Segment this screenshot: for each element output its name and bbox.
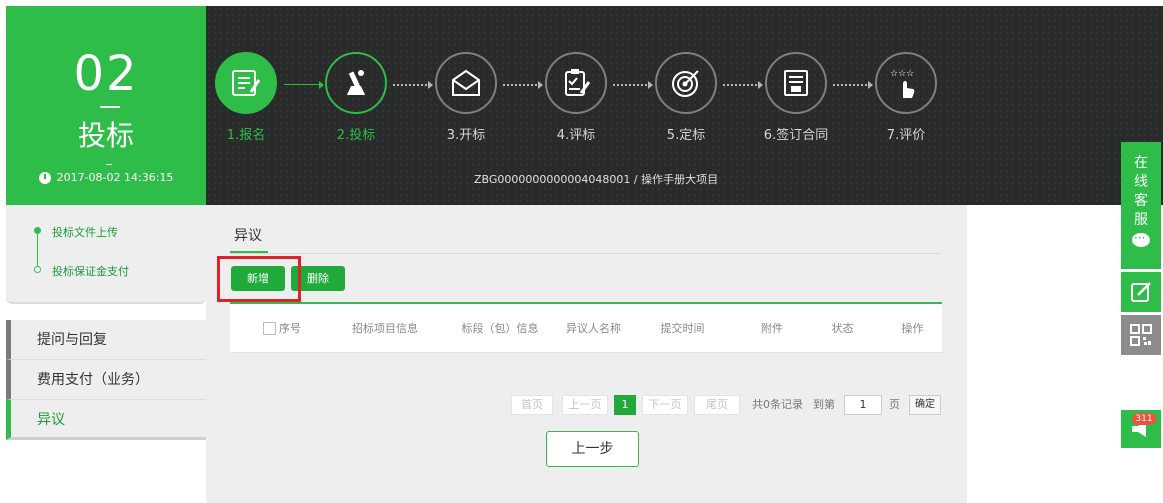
contract-sign-icon bbox=[784, 70, 808, 96]
prev-step-button[interactable]: 上一步 bbox=[546, 431, 639, 467]
open-envelope-icon bbox=[452, 69, 480, 96]
service-char: 在 bbox=[1134, 155, 1148, 171]
step-evaluation[interactable]: 4.评标 bbox=[536, 52, 616, 143]
column-section: 标段（包）信息 bbox=[461, 322, 539, 335]
sidebar-item-fee-payment[interactable]: 费用支付（业务） bbox=[6, 360, 206, 400]
column-objector: 异议人名称 bbox=[566, 322, 621, 335]
progress-dot-pending bbox=[34, 266, 41, 273]
stage-divider bbox=[100, 106, 120, 108]
last-page-button[interactable]: 尾页 bbox=[694, 395, 740, 415]
goto-page-input[interactable]: 1 bbox=[844, 395, 882, 415]
feedback-button[interactable] bbox=[1121, 272, 1161, 312]
chat-bubble-icon bbox=[1132, 229, 1150, 248]
sidebar-menu: 提问与回复 费用支付（业务） 异议 bbox=[6, 320, 206, 440]
record-count: 共0条记录 bbox=[752, 398, 803, 411]
step-rating[interactable]: ☆☆☆ 7.评价 bbox=[866, 52, 946, 143]
progress-item-upload[interactable]: 投标文件上传 bbox=[52, 224, 118, 240]
step-circle bbox=[435, 52, 497, 114]
svg-text:☆☆☆: ☆☆☆ bbox=[890, 69, 914, 79]
qr-code-button[interactable] bbox=[1121, 315, 1161, 355]
step-label: 5.定标 bbox=[666, 128, 706, 143]
online-service-label: 在 线 客 服 bbox=[1121, 154, 1161, 230]
column-label: 序号 bbox=[279, 322, 301, 335]
progress-item-deposit[interactable]: 投标保证金支付 bbox=[52, 263, 129, 279]
step-bidding[interactable]: 2.投标 bbox=[316, 52, 396, 143]
next-page-button[interactable]: 下一页 bbox=[642, 395, 688, 415]
step-label: 6.签订合同 bbox=[763, 128, 829, 143]
highlight-box bbox=[217, 256, 301, 302]
registration-form-icon bbox=[232, 70, 261, 96]
sub-step-progress: 投标文件上传 投标保证金支付 bbox=[6, 205, 206, 304]
table-header: 序号 招标项目信息 标段（包）信息 异议人名称 提交时间 附件 状态 操作 bbox=[230, 302, 942, 353]
service-char: 服 bbox=[1134, 212, 1148, 228]
column-attachment: 附件 bbox=[761, 322, 783, 335]
step-bid-opening[interactable]: 3.开标 bbox=[426, 52, 506, 143]
qr-code-icon bbox=[1130, 324, 1152, 346]
clock-icon bbox=[38, 172, 51, 184]
bidding-hand-icon bbox=[347, 70, 365, 95]
notification-badge: 311 bbox=[1132, 413, 1156, 425]
stage-divider-small bbox=[106, 164, 112, 165]
step-label: 1.报名 bbox=[226, 128, 266, 143]
sidebar-item-objection[interactable]: 异议 bbox=[6, 400, 206, 440]
service-char: 客 bbox=[1134, 193, 1148, 209]
step-label: 2.投标 bbox=[336, 128, 376, 143]
column-status: 状态 bbox=[831, 322, 854, 335]
stage-name: 投标 bbox=[77, 119, 134, 152]
step-circle bbox=[765, 52, 827, 114]
sidebar-item-qa[interactable]: 提问与回复 bbox=[6, 320, 206, 360]
column-action: 操作 bbox=[901, 322, 924, 335]
column-project: 招标项目信息 bbox=[352, 322, 418, 335]
tab-divider bbox=[230, 253, 941, 254]
step-label: 4.评标 bbox=[556, 128, 596, 143]
prev-page-button[interactable]: 上一页 bbox=[562, 395, 608, 415]
progress-dot-done bbox=[34, 227, 41, 234]
first-page-button[interactable]: 首页 bbox=[511, 395, 553, 415]
goto-label: 到第 bbox=[813, 398, 835, 411]
current-page[interactable]: 1 bbox=[614, 395, 636, 415]
service-char: 线 bbox=[1134, 174, 1148, 190]
step-circle bbox=[325, 52, 387, 114]
step-circle bbox=[545, 52, 607, 114]
step-circle bbox=[215, 52, 277, 114]
step-award[interactable]: 5.定标 bbox=[646, 52, 726, 143]
stage-number: 02 bbox=[73, 46, 139, 102]
step-label: 3.开标 bbox=[446, 128, 486, 143]
step-circle bbox=[655, 52, 717, 114]
rating-stars-icon: ☆☆☆ bbox=[890, 69, 915, 98]
step-contract[interactable]: 6.签订合同 bbox=[756, 52, 836, 143]
step-circle: ☆☆☆ bbox=[875, 52, 937, 114]
goto-confirm-button[interactable]: 确定 bbox=[909, 395, 941, 415]
stage-panel: 02 投标 2017-08-02 14:36:15 bbox=[6, 6, 206, 205]
step-registration[interactable]: 1.报名 bbox=[206, 52, 286, 143]
project-info: ZBG0000000000004048001 / 操作手册大项目 bbox=[474, 173, 719, 186]
column-submit-time: 提交时间 bbox=[660, 322, 705, 335]
edit-icon bbox=[1131, 282, 1151, 302]
tab-objection[interactable]: 异议 bbox=[234, 225, 262, 245]
select-all-checkbox[interactable] bbox=[263, 322, 276, 335]
step-progress-band: 1.报名 2.投标 3.开标 4.评标 5.定标 6.签订合同 ☆☆☆ 7.评价… bbox=[206, 6, 1163, 205]
evaluation-clipboard-icon bbox=[565, 69, 591, 96]
stage-time-text: 2017-08-02 14:36:15 bbox=[56, 171, 174, 184]
target-icon bbox=[672, 70, 699, 97]
step-label: 7.评价 bbox=[886, 128, 926, 143]
column-index: 序号 bbox=[252, 304, 312, 353]
online-service-button[interactable]: 在 线 客 服 bbox=[1121, 142, 1161, 269]
pagination: 首页 上一页 1 下一页 尾页 共0条记录 到第 1 页 确定 bbox=[206, 395, 967, 415]
main-panel: 异议 新增 删除 序号 招标项目信息 标段（包）信息 异议人名称 提交时间 附件… bbox=[206, 205, 967, 503]
page-unit: 页 bbox=[889, 398, 900, 411]
stage-time: 2017-08-02 14:36:15 bbox=[6, 168, 206, 188]
